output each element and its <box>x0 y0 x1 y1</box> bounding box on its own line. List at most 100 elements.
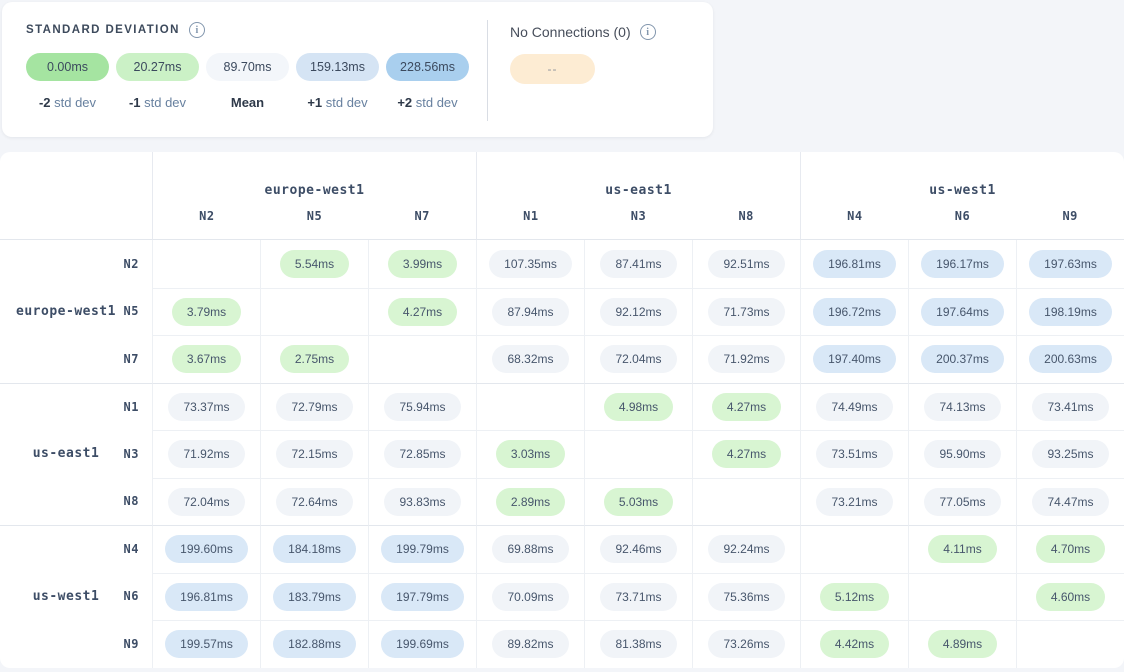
latency-pill[interactable]: 197.79ms <box>381 583 464 611</box>
latency-cell: 184.18ms <box>260 525 368 573</box>
latency-pill[interactable]: 71.73ms <box>708 298 784 326</box>
latency-pill[interactable]: 199.79ms <box>381 535 464 563</box>
latency-pill[interactable]: 199.57ms <box>165 630 248 658</box>
latency-pill[interactable]: 68.32ms <box>492 345 568 373</box>
latency-pill[interactable]: 4.42ms <box>820 630 889 658</box>
region-row-label: europe-west1 <box>0 304 132 319</box>
latency-pill[interactable]: 92.24ms <box>708 535 784 563</box>
latency-pill[interactable]: 92.46ms <box>600 535 676 563</box>
latency-pill[interactable]: 74.47ms <box>1032 488 1108 516</box>
latency-pill[interactable]: 3.67ms <box>172 345 241 373</box>
column-node-label: N3 <box>585 209 693 223</box>
latency-pill[interactable]: 71.92ms <box>168 440 244 468</box>
info-icon[interactable]: i <box>640 24 656 40</box>
latency-pill[interactable]: 75.94ms <box>384 393 460 421</box>
latency-pill[interactable]: 74.49ms <box>816 393 892 421</box>
info-icon[interactable]: i <box>189 22 205 38</box>
latency-pill[interactable]: 72.04ms <box>600 345 676 373</box>
no-connections-pill: -- <box>510 54 595 84</box>
latency-pill[interactable]: 199.69ms <box>381 630 464 658</box>
latency-pill[interactable]: 73.21ms <box>816 488 892 516</box>
legend-stop-label: +2 std dev <box>397 95 457 110</box>
latency-pill[interactable]: 69.88ms <box>492 535 568 563</box>
latency-pill[interactable]: 4.27ms <box>712 440 781 468</box>
latency-pill[interactable]: 72.04ms <box>168 488 244 516</box>
latency-pill[interactable]: 197.40ms <box>813 345 896 373</box>
latency-pill[interactable]: 200.37ms <box>921 345 1004 373</box>
latency-pill[interactable]: 5.54ms <box>280 250 349 278</box>
latency-cell: 196.17ms <box>908 240 1016 288</box>
legend-stop: 0.00ms-2 std dev <box>26 53 109 110</box>
column-node-label: N1 <box>477 209 585 223</box>
row-label-cell: N8 <box>0 478 152 526</box>
legend-pill: 0.00ms <box>26 53 109 81</box>
legend-divider <box>487 20 488 121</box>
latency-cell: 70.09ms <box>476 573 584 621</box>
latency-pill[interactable]: 4.70ms <box>1036 535 1105 563</box>
latency-pill[interactable]: 77.05ms <box>924 488 1000 516</box>
latency-pill[interactable]: 4.11ms <box>928 535 996 563</box>
latency-pill[interactable]: 92.51ms <box>708 250 784 278</box>
latency-pill[interactable]: 5.03ms <box>604 488 673 516</box>
latency-pill[interactable]: 73.41ms <box>1032 393 1108 421</box>
latency-pill[interactable]: 182.88ms <box>273 630 356 658</box>
latency-pill[interactable]: 89.82ms <box>492 630 568 658</box>
latency-pill[interactable]: 72.64ms <box>276 488 352 516</box>
latency-pill[interactable]: 107.35ms <box>489 250 572 278</box>
latency-pill[interactable]: 70.09ms <box>492 583 568 611</box>
latency-pill[interactable]: 3.79ms <box>172 298 241 326</box>
latency-pill[interactable]: 2.89ms <box>496 488 565 516</box>
latency-cell: 4.42ms <box>800 620 908 668</box>
latency-pill[interactable]: 2.75ms <box>280 345 349 373</box>
latency-pill[interactable]: 75.36ms <box>708 583 784 611</box>
latency-cell <box>152 240 260 288</box>
latency-pill[interactable]: 72.85ms <box>384 440 460 468</box>
latency-pill[interactable]: 4.60ms <box>1036 583 1105 611</box>
latency-cell: 4.98ms <box>584 383 692 431</box>
latency-pill[interactable]: 81.38ms <box>600 630 676 658</box>
latency-pill[interactable]: 196.72ms <box>813 298 896 326</box>
latency-pill[interactable]: 4.27ms <box>388 298 457 326</box>
latency-pill[interactable]: 4.89ms <box>928 630 997 658</box>
latency-pill[interactable]: 196.81ms <box>813 250 896 278</box>
latency-pill[interactable]: 93.25ms <box>1032 440 1108 468</box>
column-region-header: us-east1N1N3N8 <box>476 152 800 240</box>
latency-pill[interactable]: 71.92ms <box>708 345 784 373</box>
latency-pill[interactable]: 87.41ms <box>600 250 676 278</box>
latency-pill[interactable]: 4.98ms <box>604 393 673 421</box>
latency-pill[interactable]: 196.17ms <box>921 250 1004 278</box>
latency-pill[interactable]: 200.63ms <box>1029 345 1112 373</box>
latency-pill[interactable]: 199.60ms <box>165 535 248 563</box>
latency-cell: 197.63ms <box>1016 240 1124 288</box>
latency-pill[interactable]: 87.94ms <box>492 298 568 326</box>
latency-pill[interactable]: 183.79ms <box>273 583 356 611</box>
latency-pill[interactable]: 3.03ms <box>496 440 565 468</box>
row-label-cell: N2 <box>0 240 152 288</box>
latency-pill[interactable]: 72.15ms <box>276 440 352 468</box>
latency-pill[interactable]: 4.27ms <box>712 393 781 421</box>
latency-pill[interactable]: 197.64ms <box>921 298 1004 326</box>
latency-pill[interactable]: 95.90ms <box>924 440 1000 468</box>
latency-pill[interactable]: 93.83ms <box>384 488 460 516</box>
no-connections-title: No Connections (0) <box>510 24 631 40</box>
latency-cell <box>584 430 692 478</box>
latency-pill[interactable]: 74.13ms <box>924 393 1000 421</box>
latency-pill[interactable]: 3.99ms <box>388 250 457 278</box>
column-node-label: N2 <box>153 209 261 223</box>
latency-pill[interactable]: 198.19ms <box>1029 298 1112 326</box>
latency-pill[interactable]: 73.26ms <box>708 630 784 658</box>
latency-pill[interactable]: 72.79ms <box>276 393 352 421</box>
latency-pill[interactable]: 73.51ms <box>816 440 892 468</box>
latency-pill[interactable]: 73.71ms <box>600 583 676 611</box>
latency-pill[interactable]: 184.18ms <box>273 535 356 563</box>
latency-pill[interactable]: 196.81ms <box>165 583 248 611</box>
latency-cell <box>692 478 800 526</box>
latency-pill[interactable]: 92.12ms <box>600 298 676 326</box>
latency-cell <box>368 335 476 383</box>
latency-pill[interactable]: 73.37ms <box>168 393 244 421</box>
latency-pill[interactable]: 197.63ms <box>1029 250 1112 278</box>
latency-cell: 71.92ms <box>692 335 800 383</box>
latency-cell <box>800 525 908 573</box>
legend-stop: 89.70msMean <box>206 53 289 110</box>
latency-pill[interactable]: 5.12ms <box>820 583 889 611</box>
